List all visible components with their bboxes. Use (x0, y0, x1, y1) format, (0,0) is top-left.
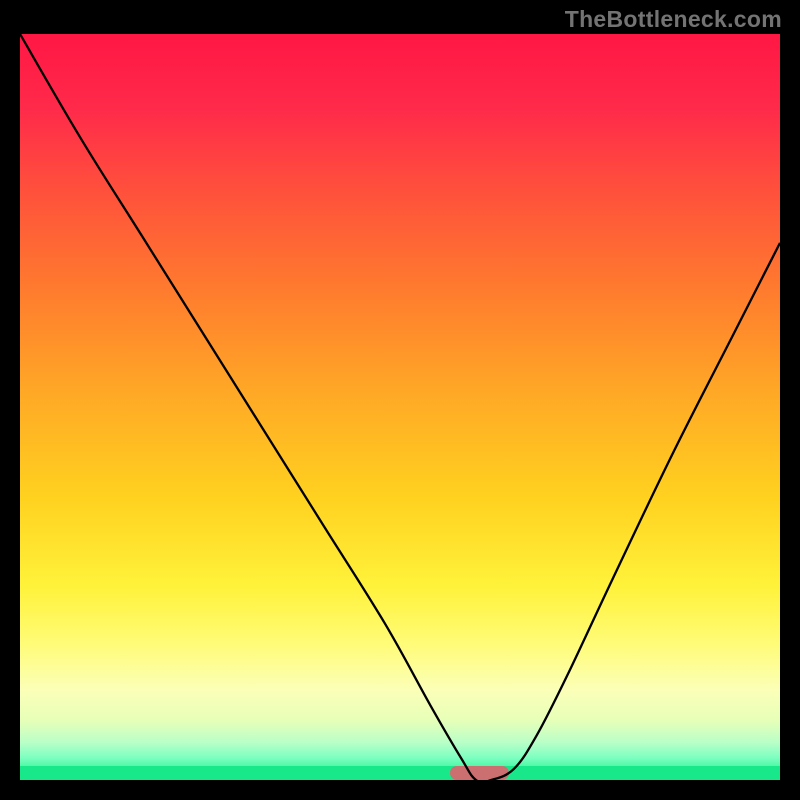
chart-frame: TheBottleneck.com (0, 0, 800, 800)
plot-area (20, 34, 780, 780)
bottleneck-curve (20, 34, 780, 780)
watermark-text: TheBottleneck.com (565, 6, 782, 33)
bottleneck-curve-path (20, 34, 780, 780)
